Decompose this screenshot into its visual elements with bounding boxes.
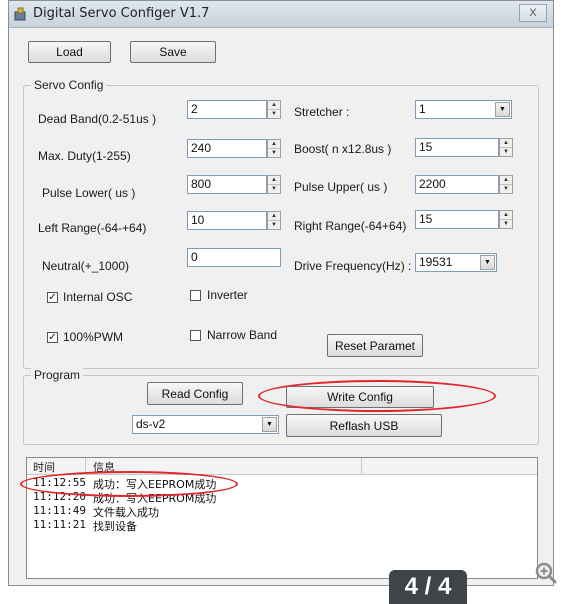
page-indicator: 4 / 4 [389,570,467,604]
log-header: 时间 信息 [27,458,537,475]
app-icon [14,7,26,21]
spin-up-icon[interactable]: ▲ [268,176,280,185]
write-config-button[interactable]: Write Config [286,386,434,408]
pulse-upper-input[interactable]: 2200 [415,175,499,194]
servo-config-label: Servo Config [31,78,107,92]
log-time: 11:11:21 [33,518,86,531]
drive-frequency-label: Drive Frequency(Hz) : [294,259,412,273]
log-column-message[interactable]: 信息 [93,459,115,475]
stretcher-select[interactable]: 1 ▼ [415,100,512,119]
left-range-spinner[interactable]: ▲ ▼ [267,211,281,230]
reset-parameters-button[interactable]: Reset Paramet [327,334,423,357]
max-duty-input[interactable]: 240 [187,139,267,158]
spin-up-icon[interactable]: ▲ [268,212,280,221]
log-message: 找到设备 [93,520,137,533]
read-config-button[interactable]: Read Config [147,382,243,405]
title-bar[interactable]: Digital Servo Configer V1.7 X [9,1,553,28]
app-window: Digital Servo Configer V1.7 X Load Save … [8,0,554,586]
left-range-input[interactable]: 10 [187,211,267,230]
neutral-label: Neutral(+_1000) [42,259,130,273]
dead-band-spinner[interactable]: ▲ ▼ [267,100,281,119]
log-column-time[interactable]: 时间 [33,459,55,475]
spin-down-icon[interactable]: ▼ [500,220,512,228]
left-range-label: Left Range(-64-+64) [38,221,147,235]
pulse-lower-spinner[interactable]: ▲ ▼ [267,175,281,194]
internal-osc-checkbox[interactable]: ✓ [47,292,58,303]
spin-down-icon[interactable]: ▼ [500,148,512,156]
stretcher-value: 1 [419,102,426,116]
window-title: Digital Servo Configer V1.7 [33,6,210,21]
boost-input[interactable]: 15 [415,138,499,157]
spin-down-icon[interactable]: ▼ [268,185,280,193]
max-duty-spinner[interactable]: ▲ ▼ [267,139,281,158]
load-button[interactable]: Load [28,41,111,63]
spin-up-icon[interactable]: ▲ [500,176,512,185]
drive-frequency-value: 19531 [419,255,453,269]
drive-frequency-select[interactable]: 19531 ▼ [415,253,497,272]
close-button[interactable]: X [519,4,547,22]
spin-down-icon[interactable]: ▼ [500,185,512,193]
pulse-lower-label: Pulse Lower( us ) [42,186,136,200]
program-group [23,375,539,445]
model-value: ds-v2 [136,417,166,431]
boost-label: Boost( n x12.8us ) [294,142,392,156]
spin-down-icon[interactable]: ▼ [268,221,280,229]
chevron-down-icon[interactable]: ▼ [480,255,495,270]
pulse-lower-input[interactable]: 800 [187,175,267,194]
log-time: 11:11:49 [33,504,86,517]
chevron-down-icon[interactable]: ▼ [262,417,277,432]
reflash-usb-button[interactable]: Reflash USB [286,414,442,437]
log-list[interactable]: 时间 信息 11:12:55 成功：写入EEPROM成功 11:12:20 成功… [26,457,538,579]
spin-down-icon[interactable]: ▼ [268,149,280,157]
boost-spinner[interactable]: ▲ ▼ [499,138,513,157]
pulse-upper-spinner[interactable]: ▲ ▼ [499,175,513,194]
chevron-down-icon[interactable]: ▼ [495,102,510,117]
inverter-label: Inverter [207,288,248,302]
spin-down-icon[interactable]: ▼ [268,110,280,118]
pulse-upper-label: Pulse Upper( us ) [294,180,388,194]
model-select[interactable]: ds-v2 ▼ [132,415,279,434]
program-label: Program [31,368,84,382]
dead-band-input[interactable]: 2 [187,100,267,119]
spin-up-icon[interactable]: ▲ [268,140,280,149]
inverter-checkbox[interactable] [190,290,201,301]
log-time: 11:12:55 [33,476,86,489]
spin-up-icon[interactable]: ▲ [268,101,280,110]
dead-band-label: Dead Band(0.2-51us ) [38,112,157,126]
pwm100-checkbox[interactable]: ✓ [47,332,58,343]
save-button[interactable]: Save [130,41,216,63]
internal-osc-label: Internal OSC [63,290,133,304]
spin-up-icon[interactable]: ▲ [500,139,512,148]
neutral-input[interactable]: 0 [187,248,281,267]
right-range-label: Right Range(-64+64) [294,219,407,233]
stretcher-label: Stretcher : [294,105,350,119]
pwm100-label: 100%PWM [63,330,124,344]
right-range-spinner[interactable]: ▲ ▼ [499,210,513,229]
zoom-in-icon[interactable] [535,562,557,584]
log-time: 11:12:20 [33,490,86,503]
narrow-band-label: Narrow Band [207,328,278,342]
max-duty-label: Max. Duty(1-255) [38,149,131,163]
narrow-band-checkbox[interactable] [190,330,201,341]
spin-up-icon[interactable]: ▲ [500,211,512,220]
right-range-input[interactable]: 15 [415,210,499,229]
